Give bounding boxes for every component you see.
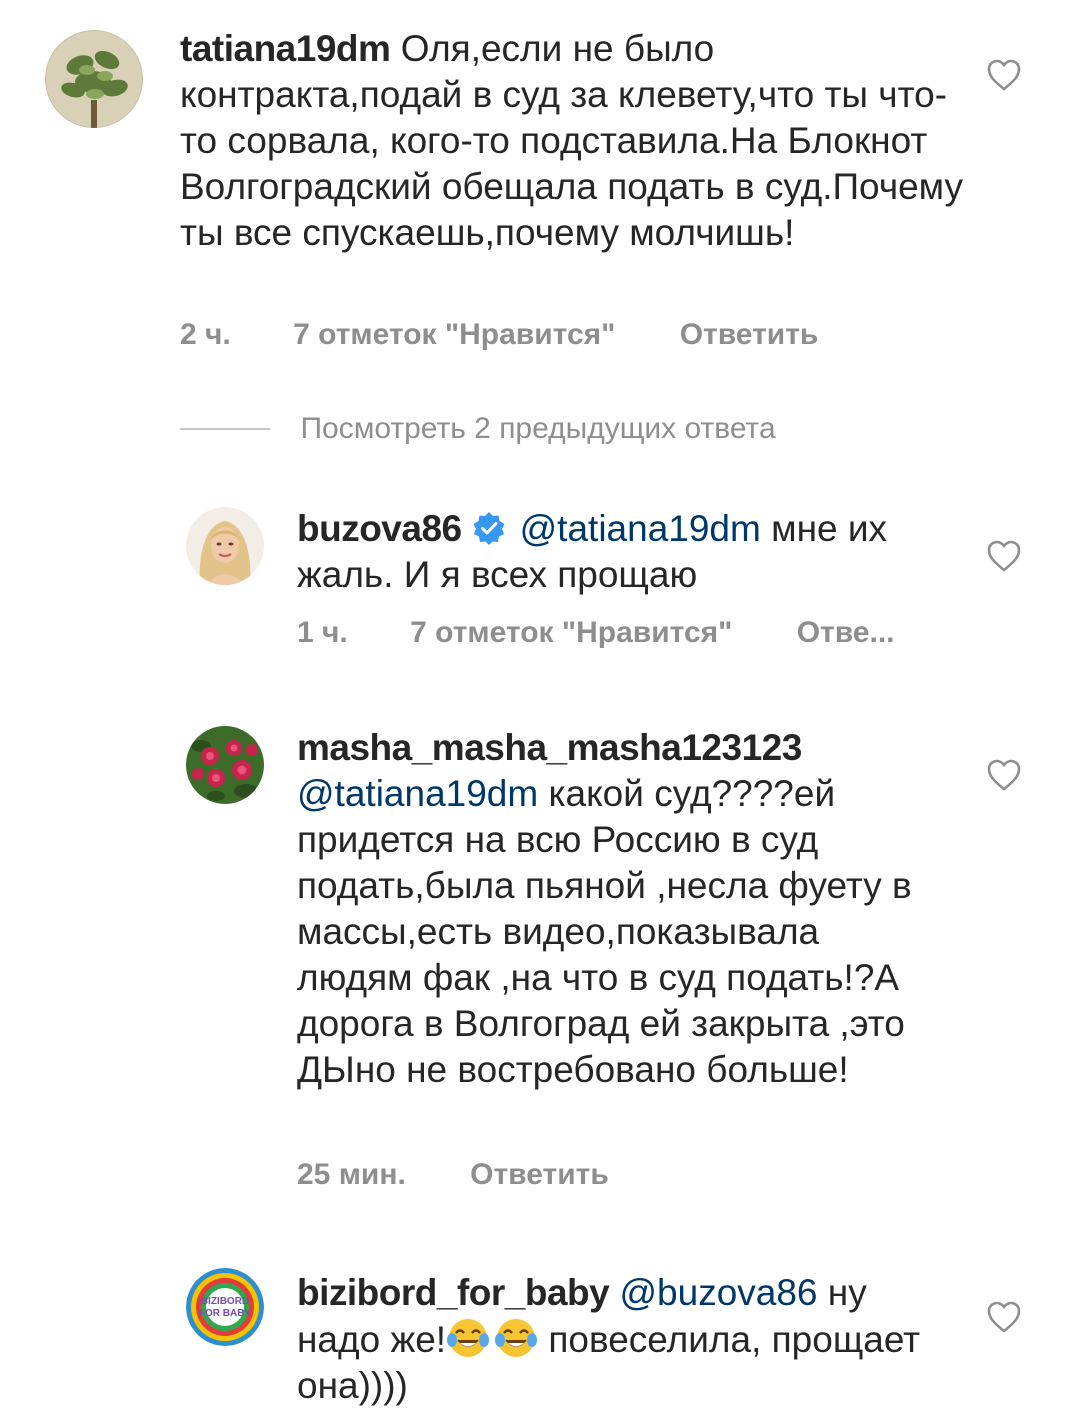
heart-outline-icon[interactable] — [986, 758, 1022, 792]
comment-text: какой суд????ей придется на всю Россию в… — [297, 773, 912, 1090]
comment-likes[interactable]: 7 отметок "Нравится" — [293, 318, 615, 352]
comment-likes[interactable]: 7 отметок "Нравится" — [410, 616, 732, 650]
comment-username[interactable]: tatiana19dm — [180, 28, 391, 69]
reply-button[interactable]: Ответить — [680, 318, 819, 352]
tears-of-joy-emoji-icon — [495, 1319, 538, 1357]
comment-mention[interactable]: @buzova86 — [619, 1272, 817, 1313]
comment-time: 2 ч. — [180, 318, 231, 351]
comment-username[interactable]: buzova86 — [297, 508, 462, 549]
svg-text:FOR BABY: FOR BABY — [199, 1308, 252, 1319]
avatar-bizibord[interactable]: BIZIBORD FOR BABY — [186, 1268, 264, 1346]
view-replies-label[interactable]: Посмотреть 2 предыдущих ответа — [300, 412, 775, 446]
avatar-tatiana19dm[interactable] — [45, 30, 143, 128]
comment-time: 25 мин. — [297, 1158, 406, 1191]
comment-username[interactable]: masha_masha_masha123123 — [297, 727, 802, 768]
comment-time: 1 ч. — [297, 616, 348, 649]
heart-outline-icon[interactable] — [986, 58, 1022, 92]
comment-mention[interactable]: @tatiana19dm — [520, 508, 761, 549]
heart-outline-icon[interactable] — [986, 539, 1022, 573]
reply-button[interactable]: Ответить — [470, 1158, 609, 1192]
avatar-buzova86[interactable] — [186, 507, 264, 585]
tears-of-joy-emoji-icon — [447, 1319, 490, 1357]
avatar-logo-text: BIZIBORD — [201, 1296, 249, 1307]
heart-outline-icon[interactable] — [986, 1300, 1022, 1334]
avatar-masha[interactable] — [186, 726, 264, 804]
view-previous-replies[interactable]: Посмотреть 2 предыдущих ответа — [180, 412, 776, 452]
comment-mention[interactable]: @tatiana19dm — [297, 773, 538, 814]
reply-button[interactable]: Отве... — [797, 616, 895, 650]
replies-divider — [180, 428, 270, 430]
comment-username[interactable]: bizibord_for_baby — [297, 1272, 610, 1313]
verified-badge-icon — [473, 512, 505, 545]
